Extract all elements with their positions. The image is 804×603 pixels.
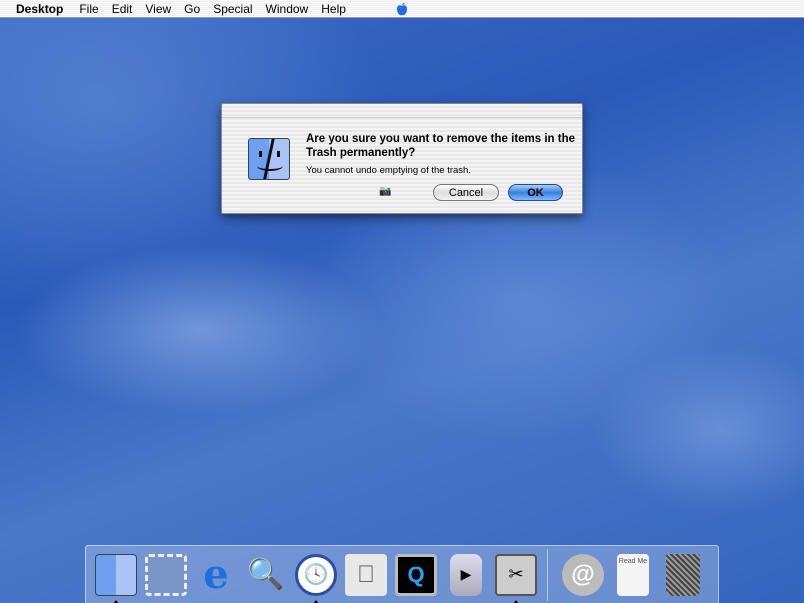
at-sign-icon: @ [562, 553, 604, 596]
dock: e 🔍 🕓  Q ▶ ✂ @ Read Me [85, 545, 719, 603]
menu-file[interactable]: File [79, 2, 98, 16]
running-indicator [313, 599, 319, 603]
dock-quicktime[interactable]: Q [391, 550, 441, 600]
dock-finder[interactable] [91, 550, 141, 603]
finder-icon [95, 553, 137, 596]
trash-icon [666, 553, 700, 596]
system-preferences-icon:  [345, 553, 387, 596]
running-indicator [113, 599, 119, 603]
dock-read-me[interactable]: Read Me [608, 550, 658, 600]
dock-separator [547, 548, 548, 601]
running-indicator [513, 599, 519, 603]
menu-help[interactable]: Help [321, 2, 346, 16]
sherlock-magnifier-icon: 🔍 [247, 558, 285, 591]
itunes-icon: ▶ [450, 553, 482, 596]
menu-bar: Desktop File Edit View Go Special Window… [0, 0, 804, 18]
menu-go[interactable]: Go [184, 2, 200, 16]
dock-internet-explorer[interactable]: e [191, 550, 241, 600]
finder-icon [248, 138, 290, 180]
menu-app-desktop[interactable]: Desktop [16, 2, 63, 16]
ok-button[interactable]: OK [508, 184, 563, 201]
document-icon: Read Me [617, 553, 649, 596]
dock-clock[interactable]: 🕓 [291, 550, 341, 603]
empty-trash-alert: Are you sure you want to remove the item… [221, 103, 583, 214]
alert-detail: You cannot undo emptying of the trash. [306, 165, 471, 176]
dock-internet-location[interactable]: @ [558, 550, 608, 600]
dock-sherlock[interactable]: 🔍 [241, 550, 291, 600]
menu-view[interactable]: View [145, 2, 171, 16]
dock-grab[interactable]: ✂ [491, 550, 541, 603]
alert-message: Are you sure you want to remove the item… [306, 133, 576, 159]
menu-special[interactable]: Special [213, 2, 252, 16]
apple-menu-icon[interactable] [396, 2, 408, 16]
dock-system-preferences[interactable]:  [341, 550, 391, 600]
dock-itunes[interactable]: ▶ [441, 550, 491, 600]
camera-icon: 📷 [379, 186, 392, 197]
dock-mail[interactable] [141, 550, 191, 600]
clock-icon: 🕓 [295, 553, 337, 596]
grab-icon: ✂ [495, 553, 537, 596]
menu-window[interactable]: Window [266, 2, 309, 16]
internet-explorer-icon: e [203, 551, 229, 598]
menu-edit[interactable]: Edit [112, 2, 133, 16]
quicktime-icon: Q [395, 553, 437, 596]
dock-trash[interactable] [658, 550, 708, 600]
dialog-title-strip [222, 104, 582, 118]
mail-stamp-icon [145, 553, 187, 596]
cancel-button[interactable]: Cancel [433, 184, 499, 201]
